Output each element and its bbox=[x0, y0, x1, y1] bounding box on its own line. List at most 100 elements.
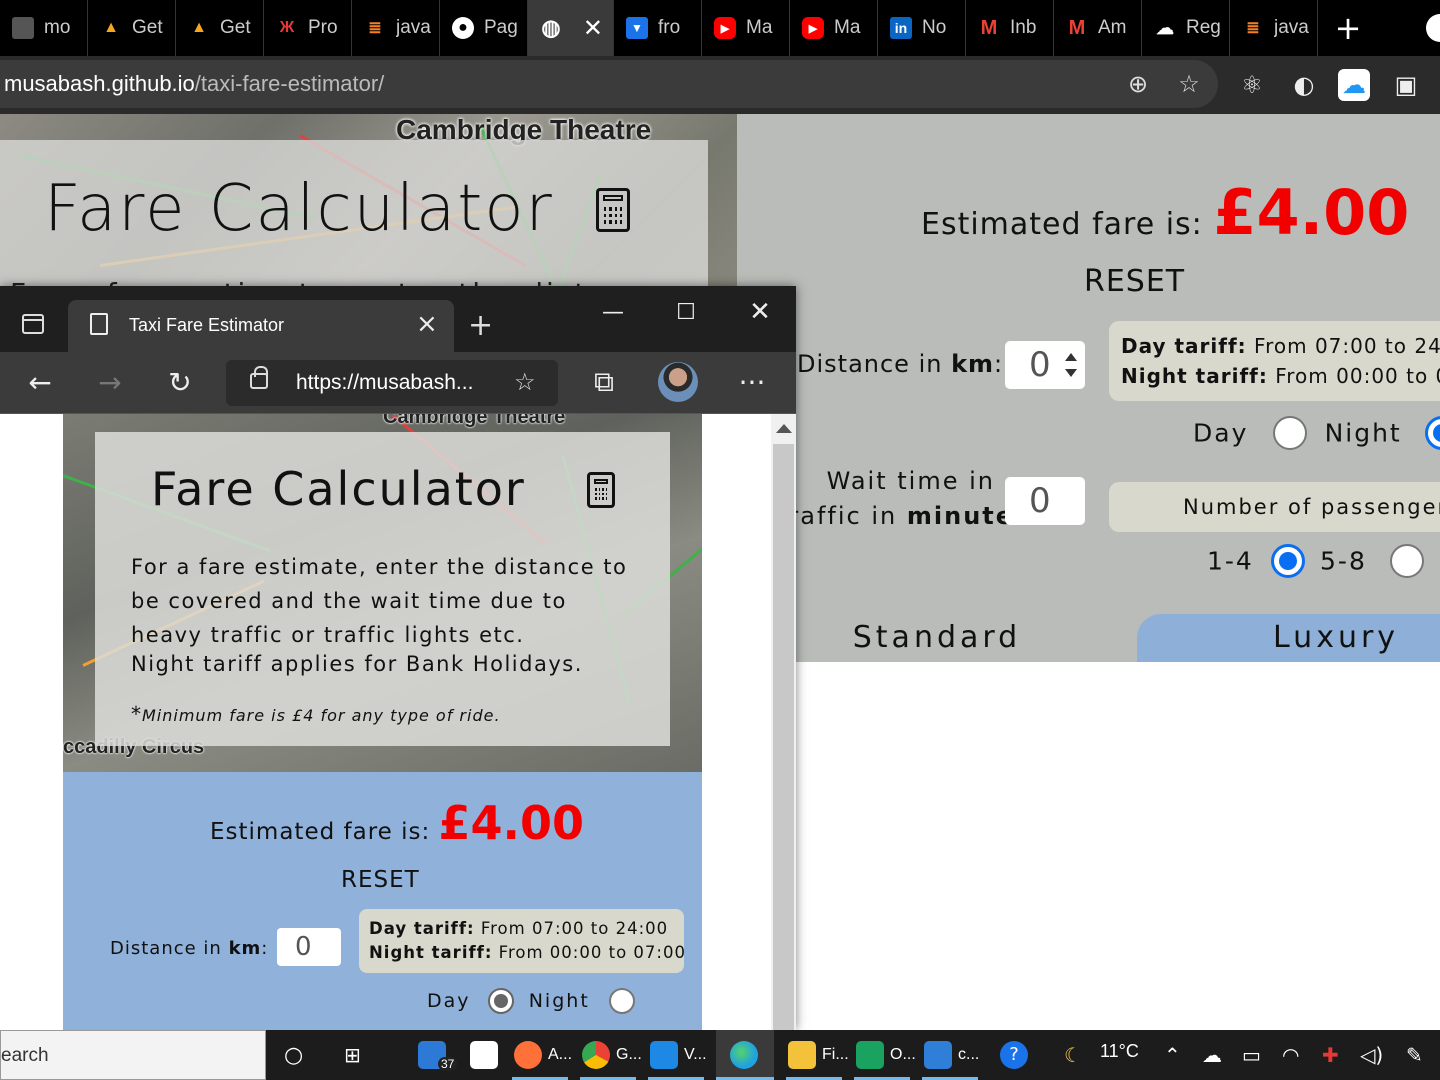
profile-icon[interactable] bbox=[1426, 14, 1440, 42]
wait-time-input[interactable]: 0 bbox=[1005, 477, 1085, 525]
chrome-icon[interactable]: G... bbox=[582, 1039, 642, 1071]
picture-in-picture-icon[interactable]: ▣ bbox=[1390, 69, 1422, 101]
passengers-label: Number of passengers bbox=[1109, 482, 1440, 532]
meet-icon[interactable]: O... bbox=[856, 1039, 916, 1071]
browser-tab[interactable]: ▶ Ma bbox=[702, 0, 790, 56]
distance-input[interactable]: 0 bbox=[277, 928, 341, 966]
url-path: /taxi-fare-estimator/ bbox=[194, 71, 385, 96]
tab-standard[interactable]: Standard bbox=[737, 614, 1137, 662]
add-favorite-icon[interactable]: ☆ bbox=[514, 368, 536, 397]
back-browser-toolbar: musabash.github.io/taxi-fare-estimator/ … bbox=[0, 56, 1440, 114]
forward-arrow-icon[interactable]: → bbox=[90, 362, 130, 402]
minimize-icon[interactable]: — bbox=[578, 292, 648, 332]
fare-value: £4.00 bbox=[1213, 176, 1410, 249]
react-devtools-icon[interactable]: ⚛ bbox=[1236, 69, 1268, 101]
edge-icon[interactable] bbox=[730, 1039, 758, 1071]
browser-tab[interactable]: ▶ Ma bbox=[790, 0, 878, 56]
refresh-icon[interactable]: ↻ bbox=[160, 362, 200, 402]
browser-tab[interactable]: ▲ Get bbox=[88, 0, 176, 56]
cortana-icon[interactable]: ○ bbox=[284, 1043, 303, 1068]
vscode-icon[interactable]: V... bbox=[650, 1039, 707, 1071]
scroll-thumb[interactable] bbox=[773, 444, 794, 1030]
cloud-extension-icon[interactable]: ☁ bbox=[1338, 69, 1370, 101]
moon-icon: ☾ bbox=[1064, 1043, 1082, 1067]
help-icon[interactable]: ? bbox=[1000, 1041, 1028, 1069]
tab-luxury[interactable]: Luxury bbox=[1137, 614, 1440, 662]
file-explorer-icon[interactable]: Fi... bbox=[788, 1039, 849, 1071]
linkedin-icon: in bbox=[890, 17, 912, 39]
zoom-icon[interactable]: ⊕ bbox=[1124, 70, 1152, 98]
address-bar[interactable]: musabash.github.io/taxi-fare-estimator/ … bbox=[0, 60, 1218, 108]
dark-mode-icon[interactable]: ◐ bbox=[1288, 69, 1320, 101]
browser-tab[interactable]: Ж Pro bbox=[264, 0, 352, 56]
passengers-large-radio[interactable] bbox=[1389, 544, 1424, 578]
tariff-radio-group: Day Night bbox=[1193, 416, 1440, 450]
tab-actions-icon[interactable] bbox=[22, 314, 44, 334]
distance-label: Distance in km: bbox=[110, 938, 269, 959]
close-tab-icon[interactable]: × bbox=[416, 309, 438, 339]
passengers-small-radio[interactable] bbox=[1270, 544, 1305, 578]
day-radio[interactable] bbox=[1273, 416, 1308, 450]
task-view-icon[interactable]: ⊞ bbox=[344, 1043, 361, 1067]
scrollbar[interactable] bbox=[771, 414, 796, 1030]
mail-icon[interactable]: 37 bbox=[418, 1039, 458, 1071]
back-arrow-icon[interactable]: ← bbox=[20, 362, 60, 402]
taskbar: earch ○ ⊞ 37 A... G... V... Fi... O... c… bbox=[0, 1030, 1440, 1080]
solitaire-icon[interactable] bbox=[470, 1039, 498, 1071]
globe-icon: ◍ bbox=[541, 15, 561, 40]
browser-tab[interactable]: ☁ Reg bbox=[1142, 0, 1230, 56]
spin-down-icon[interactable] bbox=[1065, 369, 1077, 377]
edge-tab[interactable]: Taxi Fare Estimator × bbox=[68, 300, 454, 352]
battery-icon[interactable]: ▭ bbox=[1242, 1043, 1261, 1067]
firefox-icon[interactable]: A... bbox=[514, 1039, 572, 1071]
browser-tab[interactable]: ≣ java bbox=[1230, 0, 1318, 56]
page-title: Fare Calculator bbox=[44, 172, 554, 246]
calculator-panel: Estimated fare is: £4.00 RESET Distance … bbox=[63, 772, 702, 1030]
onedrive-icon[interactable]: ☁ bbox=[1202, 1043, 1222, 1067]
gift-icon[interactable]: ✚ bbox=[1322, 1043, 1339, 1067]
wifi-icon[interactable]: ◠ bbox=[1282, 1043, 1299, 1067]
browser-tab[interactable]: ● Pag bbox=[440, 0, 528, 56]
document-icon bbox=[90, 313, 108, 335]
firebase-icon: ▲ bbox=[191, 19, 207, 36]
address-bar[interactable]: https://musabash... ☆ bbox=[226, 360, 558, 406]
pen-icon[interactable]: ✎ bbox=[1406, 1043, 1423, 1067]
browser-tab[interactable]: in No bbox=[878, 0, 966, 56]
bookmark-star-icon[interactable]: ☆ bbox=[1175, 70, 1203, 98]
new-tab-button[interactable]: + bbox=[1318, 0, 1378, 56]
maximize-icon[interactable]: ☐ bbox=[651, 292, 721, 332]
more-options-icon[interactable]: ··· bbox=[732, 362, 772, 402]
scroll-up-icon[interactable] bbox=[776, 424, 792, 433]
browser-tab[interactable]: ≣ java bbox=[352, 0, 440, 56]
tariff-radio-group: Day Night bbox=[427, 988, 635, 1014]
page-title: Fare Calculator bbox=[151, 462, 526, 516]
browser-tab[interactable]: M Inb bbox=[966, 0, 1054, 56]
browser-tab[interactable]: ▼ fro bbox=[614, 0, 702, 56]
browser-tab[interactable]: ▲ Get bbox=[176, 0, 264, 56]
photos-icon[interactable]: c... bbox=[924, 1039, 979, 1071]
spin-up-icon[interactable] bbox=[1065, 353, 1077, 361]
calculator-panel: Estimated fare is: £4.00 RESET Distance … bbox=[737, 114, 1440, 662]
close-tab-icon[interactable]: ✕ bbox=[583, 14, 603, 43]
collections-icon[interactable]: ⧉ bbox=[584, 362, 624, 402]
avatar[interactable] bbox=[658, 362, 698, 402]
taskbar-search[interactable]: earch bbox=[0, 1030, 266, 1080]
reset-button[interactable]: RESET bbox=[1084, 264, 1185, 299]
stackoverflow-icon: ≣ bbox=[1246, 20, 1260, 37]
volume-icon[interactable]: ◁) bbox=[1360, 1043, 1383, 1067]
tariff-info: Day tariff: From 07:00 to 24:00 Night ta… bbox=[1109, 321, 1440, 401]
close-window-icon[interactable]: ✕ bbox=[725, 292, 795, 332]
night-radio[interactable] bbox=[608, 988, 635, 1014]
distance-input[interactable]: 0 bbox=[1005, 341, 1085, 389]
browser-tab[interactable]: M Am bbox=[1054, 0, 1142, 56]
new-tab-button[interactable]: + bbox=[468, 308, 493, 343]
lock-icon[interactable] bbox=[250, 366, 268, 389]
weather-temperature[interactable]: 11°C bbox=[1100, 1041, 1139, 1062]
browser-tab-active[interactable]: ◍ ✕ bbox=[528, 0, 614, 56]
day-radio[interactable] bbox=[487, 988, 514, 1014]
browser-tab[interactable]: mo bbox=[0, 0, 88, 56]
night-radio[interactable] bbox=[1424, 416, 1440, 450]
wait-time-label: Wait time in traffic in minutes: bbox=[777, 467, 1038, 530]
reset-button[interactable]: RESET bbox=[341, 867, 420, 893]
chevron-up-icon[interactable]: ⌃ bbox=[1164, 1043, 1181, 1067]
